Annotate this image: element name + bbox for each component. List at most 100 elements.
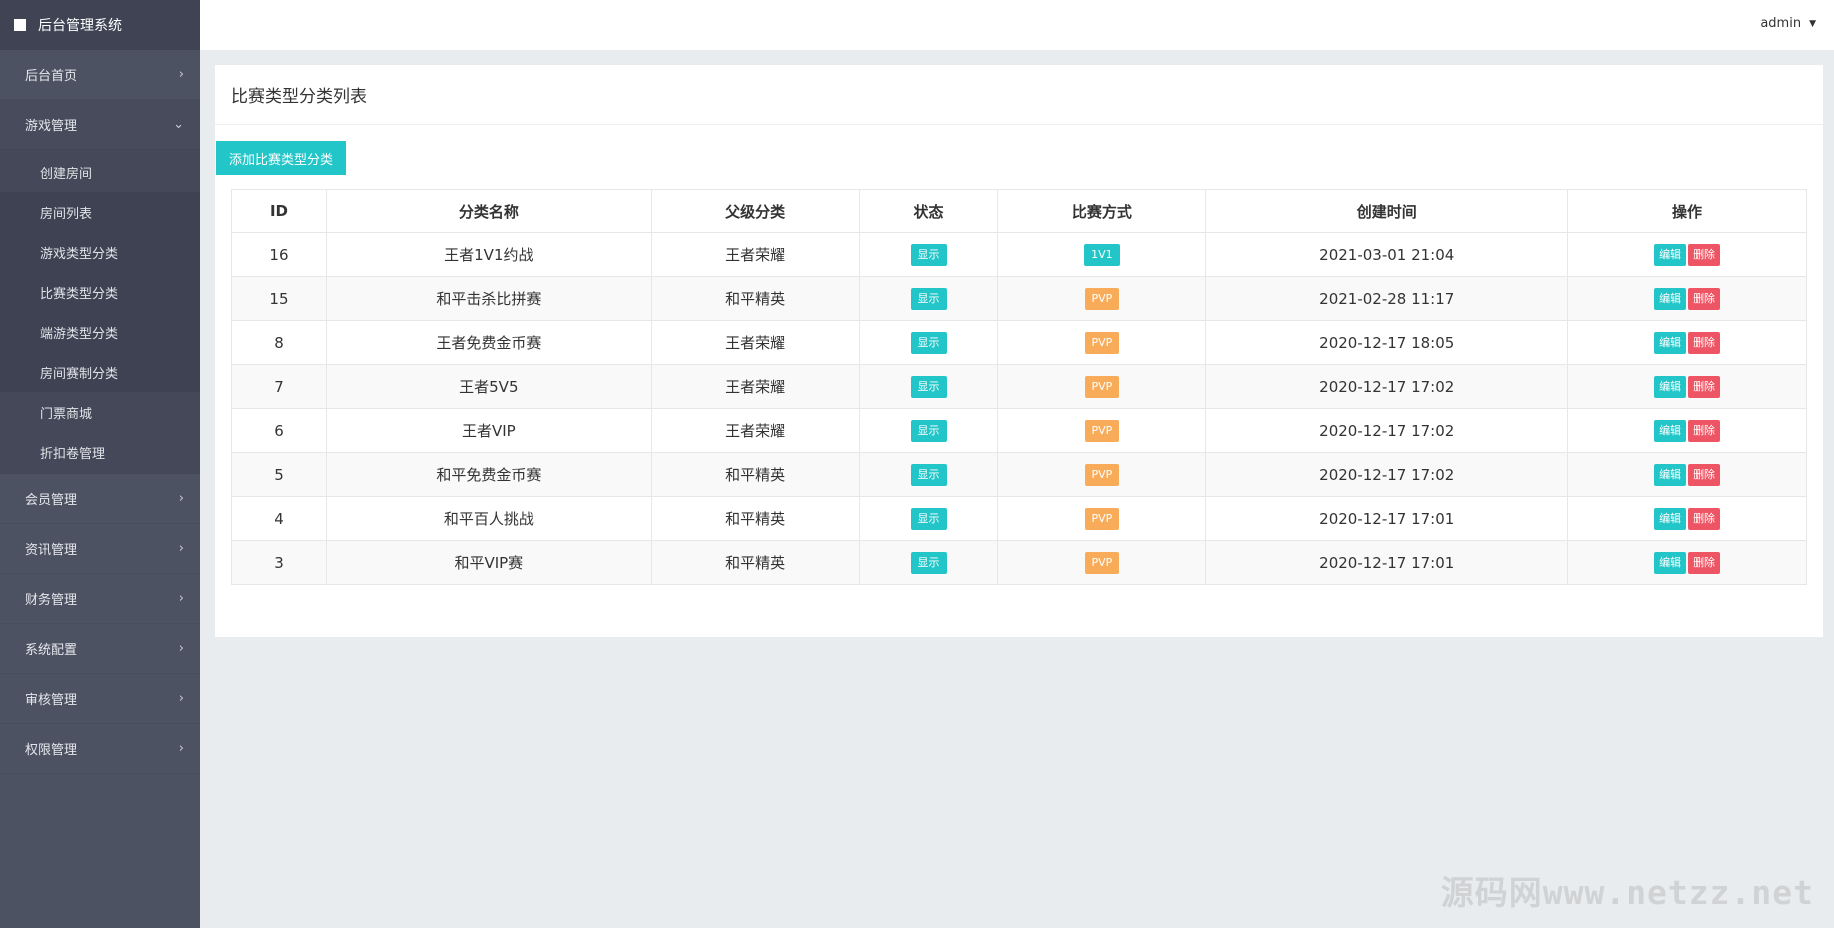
cell-name: 王者VIP bbox=[325, 408, 652, 453]
cell-status: 显示 bbox=[858, 320, 999, 365]
mode-badge: PVP bbox=[1084, 463, 1120, 486]
cell-created: 2020-12-17 17:02 bbox=[1205, 452, 1569, 497]
sidebar-item-home[interactable]: 后台首页 › bbox=[0, 50, 200, 100]
cell-actions: 编辑 删除 bbox=[1567, 540, 1807, 585]
sidebar-item-permission[interactable]: 权限管理 › bbox=[0, 724, 200, 774]
topbar: admin ▼ bbox=[200, 0, 1834, 50]
cell-name: 和平百人挑战 bbox=[325, 496, 652, 541]
sidebar-item-config[interactable]: 系统配置 › bbox=[0, 624, 200, 674]
mode-badge: PVP bbox=[1084, 507, 1120, 530]
cell-id: 5 bbox=[231, 452, 327, 497]
sidebar-item-label: 资讯管理 bbox=[25, 543, 78, 558]
cell-actions: 编辑 删除 bbox=[1567, 364, 1807, 409]
mode-badge: PVP bbox=[1084, 287, 1120, 310]
delete-button[interactable]: 删除 bbox=[1688, 243, 1721, 266]
cell-actions: 编辑 删除 bbox=[1567, 276, 1807, 321]
edit-button[interactable]: 编辑 bbox=[1654, 551, 1687, 574]
edit-button[interactable]: 编辑 bbox=[1654, 419, 1687, 442]
sidebar: 后台管理系统 后台首页 › 游戏管理 ⌄ 创建房间 房间列表 游戏类型分类 比赛… bbox=[0, 0, 200, 928]
sidebar-item-label: 财务管理 bbox=[25, 593, 78, 608]
table-row: 8 王者免费金币赛 王者荣耀 显示 PVP 2020-12-17 18:05 编… bbox=[231, 320, 1807, 365]
sub-item-client-type[interactable]: 端游类型分类 bbox=[0, 312, 200, 352]
cell-name: 王者1V1约战 bbox=[325, 232, 652, 277]
col-header-created[interactable]: 创建时间 bbox=[1205, 189, 1569, 233]
username: admin bbox=[1760, 16, 1802, 31]
status-badge[interactable]: 显示 bbox=[910, 375, 947, 398]
delete-button[interactable]: 删除 bbox=[1688, 419, 1721, 442]
status-badge[interactable]: 显示 bbox=[910, 551, 947, 574]
edit-button[interactable]: 编辑 bbox=[1654, 375, 1687, 398]
sidebar-item-news[interactable]: 资讯管理 › bbox=[0, 524, 200, 574]
cell-parent: 和平精英 bbox=[650, 276, 860, 321]
chevron-right-icon: › bbox=[178, 67, 184, 82]
mode-badge: 1V1 bbox=[1084, 243, 1120, 266]
delete-button[interactable]: 删除 bbox=[1688, 507, 1721, 530]
status-badge[interactable]: 显示 bbox=[910, 287, 947, 310]
col-header-name[interactable]: 分类名称 bbox=[325, 189, 652, 233]
col-header-status[interactable]: 状态 bbox=[858, 189, 999, 233]
cell-created: 2020-12-17 17:02 bbox=[1205, 408, 1569, 453]
col-header-actions: 操作 bbox=[1567, 189, 1807, 233]
table-header-row: ID 分类名称 父级分类 状态 比赛方式 创建时间 操作 bbox=[231, 189, 1807, 233]
add-category-button[interactable]: 添加比赛类型分类 bbox=[216, 141, 347, 175]
sidebar-item-label: 后台首页 bbox=[25, 69, 78, 84]
cell-status: 显示 bbox=[858, 496, 999, 541]
col-header-parent[interactable]: 父级分类 bbox=[650, 189, 860, 233]
sub-item-match-type[interactable]: 比赛类型分类 bbox=[0, 272, 200, 312]
user-menu[interactable]: admin ▼ bbox=[1760, 16, 1816, 31]
col-header-id[interactable]: ID bbox=[231, 189, 327, 233]
edit-button[interactable]: 编辑 bbox=[1654, 287, 1687, 310]
delete-button[interactable]: 删除 bbox=[1688, 375, 1721, 398]
cell-parent: 王者荣耀 bbox=[650, 364, 860, 409]
edit-button[interactable]: 编辑 bbox=[1654, 463, 1687, 486]
col-header-mode[interactable]: 比赛方式 bbox=[997, 189, 1207, 233]
delete-button[interactable]: 删除 bbox=[1688, 551, 1721, 574]
table-row: 16 王者1V1约战 王者荣耀 显示 1V1 2021-03-01 21:04 … bbox=[231, 232, 1807, 277]
sub-item-create-room[interactable]: 创建房间 bbox=[0, 152, 200, 192]
delete-button[interactable]: 删除 bbox=[1688, 287, 1721, 310]
cell-id: 16 bbox=[231, 232, 327, 277]
cell-created: 2020-12-17 18:05 bbox=[1205, 320, 1569, 365]
mode-badge: PVP bbox=[1084, 419, 1120, 442]
status-badge[interactable]: 显示 bbox=[910, 419, 947, 442]
sub-item-room-format[interactable]: 房间赛制分类 bbox=[0, 352, 200, 392]
chevron-right-icon: › bbox=[178, 541, 184, 556]
sidebar-item-finance[interactable]: 财务管理 › bbox=[0, 574, 200, 624]
cell-parent: 王者荣耀 bbox=[650, 408, 860, 453]
cell-name: 和平VIP赛 bbox=[325, 540, 652, 585]
cell-mode: PVP bbox=[997, 408, 1207, 453]
status-badge[interactable]: 显示 bbox=[910, 463, 947, 486]
status-badge[interactable]: 显示 bbox=[910, 243, 947, 266]
edit-button[interactable]: 编辑 bbox=[1654, 507, 1687, 530]
page-title: 比赛类型分类列表 bbox=[215, 65, 1823, 125]
sub-item-coupon[interactable]: 折扣卷管理 bbox=[0, 432, 200, 472]
sidebar-item-review[interactable]: 审核管理 › bbox=[0, 674, 200, 724]
cell-status: 显示 bbox=[858, 452, 999, 497]
table-row: 5 和平免费金币赛 和平精英 显示 PVP 2020-12-17 17:02 编… bbox=[231, 452, 1807, 497]
cell-actions: 编辑 删除 bbox=[1567, 452, 1807, 497]
sidebar-item-label: 会员管理 bbox=[25, 493, 78, 508]
status-badge[interactable]: 显示 bbox=[910, 507, 947, 530]
table-row: 7 王者5V5 王者荣耀 显示 PVP 2020-12-17 17:02 编辑删… bbox=[231, 364, 1807, 409]
sidebar-item-game[interactable]: 游戏管理 ⌄ bbox=[0, 100, 200, 150]
brand[interactable]: 后台管理系统 bbox=[0, 0, 200, 50]
sub-item-room-list[interactable]: 房间列表 bbox=[0, 192, 200, 232]
cell-actions: 编辑 删除 bbox=[1567, 232, 1807, 277]
edit-button[interactable]: 编辑 bbox=[1654, 243, 1687, 266]
cell-name: 和平免费金币赛 bbox=[325, 452, 652, 497]
sidebar-item-label: 权限管理 bbox=[25, 743, 78, 758]
sidebar-item-member[interactable]: 会员管理 › bbox=[0, 474, 200, 524]
cell-created: 2020-12-17 17:01 bbox=[1205, 540, 1569, 585]
cell-id: 3 bbox=[231, 540, 327, 585]
sub-item-ticket-mall[interactable]: 门票商城 bbox=[0, 392, 200, 432]
cell-mode: PVP bbox=[997, 276, 1207, 321]
cell-parent: 和平精英 bbox=[650, 540, 860, 585]
game-submenu: 创建房间 房间列表 游戏类型分类 比赛类型分类 端游类型分类 房间赛制分类 门票… bbox=[0, 150, 200, 474]
sub-item-game-type[interactable]: 游戏类型分类 bbox=[0, 232, 200, 272]
delete-button[interactable]: 删除 bbox=[1688, 331, 1721, 354]
edit-button[interactable]: 编辑 bbox=[1654, 331, 1687, 354]
status-badge[interactable]: 显示 bbox=[910, 331, 947, 354]
caret-down-icon: ▼ bbox=[1809, 18, 1816, 29]
delete-button[interactable]: 删除 bbox=[1688, 463, 1721, 486]
mode-badge: PVP bbox=[1084, 375, 1120, 398]
